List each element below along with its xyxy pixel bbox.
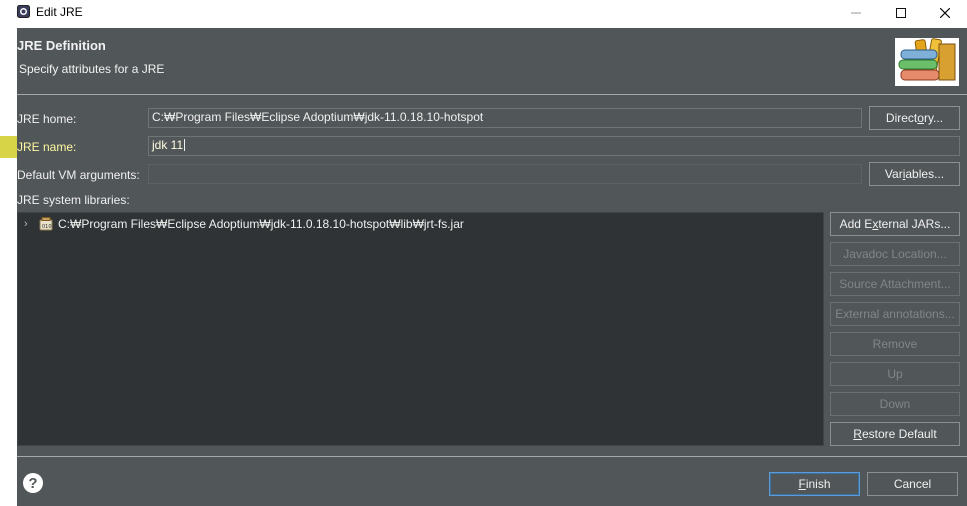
text-caret <box>184 139 186 151</box>
source-attachment-button[interactable]: Source Attachment... <box>830 272 960 296</box>
directory-mnemonic: o <box>917 111 924 125</box>
restore-label-b: estore Default <box>861 427 937 441</box>
jre-name-label: JRE name: <box>17 140 77 154</box>
directory-label: Directory... <box>886 111 943 125</box>
add-external-label-a: Add E <box>839 217 873 231</box>
help-icon[interactable]: ? <box>23 473 43 493</box>
maximize-button[interactable] <box>878 0 924 26</box>
restore-default-label: Restore Default <box>853 427 936 441</box>
vm-args-field[interactable] <box>148 164 862 184</box>
library-path: C:₩Program Files₩Eclipse Adoptium₩jdk-11… <box>58 217 464 231</box>
minimize-button[interactable] <box>833 0 879 26</box>
directory-button[interactable]: Directory... <box>869 106 960 130</box>
close-icon <box>940 8 950 18</box>
finish-button[interactable]: Finish <box>769 472 860 496</box>
external-annotations-button[interactable]: External annotations... <box>830 302 960 326</box>
finish-label: Finish <box>798 477 830 491</box>
dialog-header: JRE Definition Specify attributes for a … <box>17 28 967 94</box>
close-button[interactable] <box>922 0 967 26</box>
minimize-icon <box>851 12 861 14</box>
footer-separator <box>17 456 967 457</box>
restore-mnemonic: R <box>853 427 862 441</box>
add-external-jars-button[interactable]: Add External JARs... <box>830 212 960 236</box>
libraries-tree[interactable]: › 010 C:₩Program Files₩Eclipse Adoptium₩… <box>17 212 824 446</box>
app-icon <box>17 5 30 18</box>
tree-item[interactable]: › 010 C:₩Program Files₩Eclipse Adoptium₩… <box>24 215 464 233</box>
header-subtitle: Specify attributes for a JRE <box>19 62 165 76</box>
header-separator <box>17 94 967 95</box>
javadoc-location-button[interactable]: Javadoc Location... <box>830 242 960 266</box>
restore-default-button[interactable]: Restore Default <box>830 422 960 446</box>
jre-home-label: JRE home: <box>17 112 77 126</box>
jar-icon: 010 <box>39 217 53 231</box>
down-button[interactable]: Down <box>830 392 960 416</box>
jre-name-value: jdk 11 <box>152 138 184 152</box>
directory-label-b: ry... <box>923 111 944 125</box>
window-title: Edit JRE <box>36 5 83 19</box>
jre-home-field[interactable]: C:₩Program Files₩Eclipse Adoptium₩jdk-11… <box>148 108 862 128</box>
directory-label-a: Direct <box>885 111 918 125</box>
vm-args-label: Default VM arguments: <box>17 168 140 182</box>
libraries-label: JRE system libraries: <box>17 193 130 207</box>
jre-name-field[interactable]: jdk 11 <box>148 136 960 156</box>
title-bar: Edit JRE <box>0 0 967 26</box>
cancel-button[interactable]: Cancel <box>867 472 958 496</box>
header-title: JRE Definition <box>17 38 106 53</box>
variables-label: Variables... <box>885 167 944 181</box>
finish-label-b: inish <box>805 477 831 491</box>
variables-label-a: Var <box>884 167 903 181</box>
svg-text:010: 010 <box>42 224 52 230</box>
chevron-right-icon[interactable]: › <box>24 218 34 230</box>
up-button[interactable]: Up <box>830 362 960 386</box>
finish-mnemonic: F <box>798 477 806 491</box>
maximize-icon <box>896 8 906 18</box>
add-external-label-b: ternal JARs... <box>878 217 951 231</box>
edit-jre-dialog: JRE Definition Specify attributes for a … <box>17 28 967 506</box>
variables-label-b: ables... <box>905 167 945 181</box>
books-icon <box>895 38 959 86</box>
remove-button[interactable]: Remove <box>830 332 960 356</box>
variables-button[interactable]: Variables... <box>869 162 960 186</box>
add-external-jars-label: Add External JARs... <box>840 217 951 231</box>
